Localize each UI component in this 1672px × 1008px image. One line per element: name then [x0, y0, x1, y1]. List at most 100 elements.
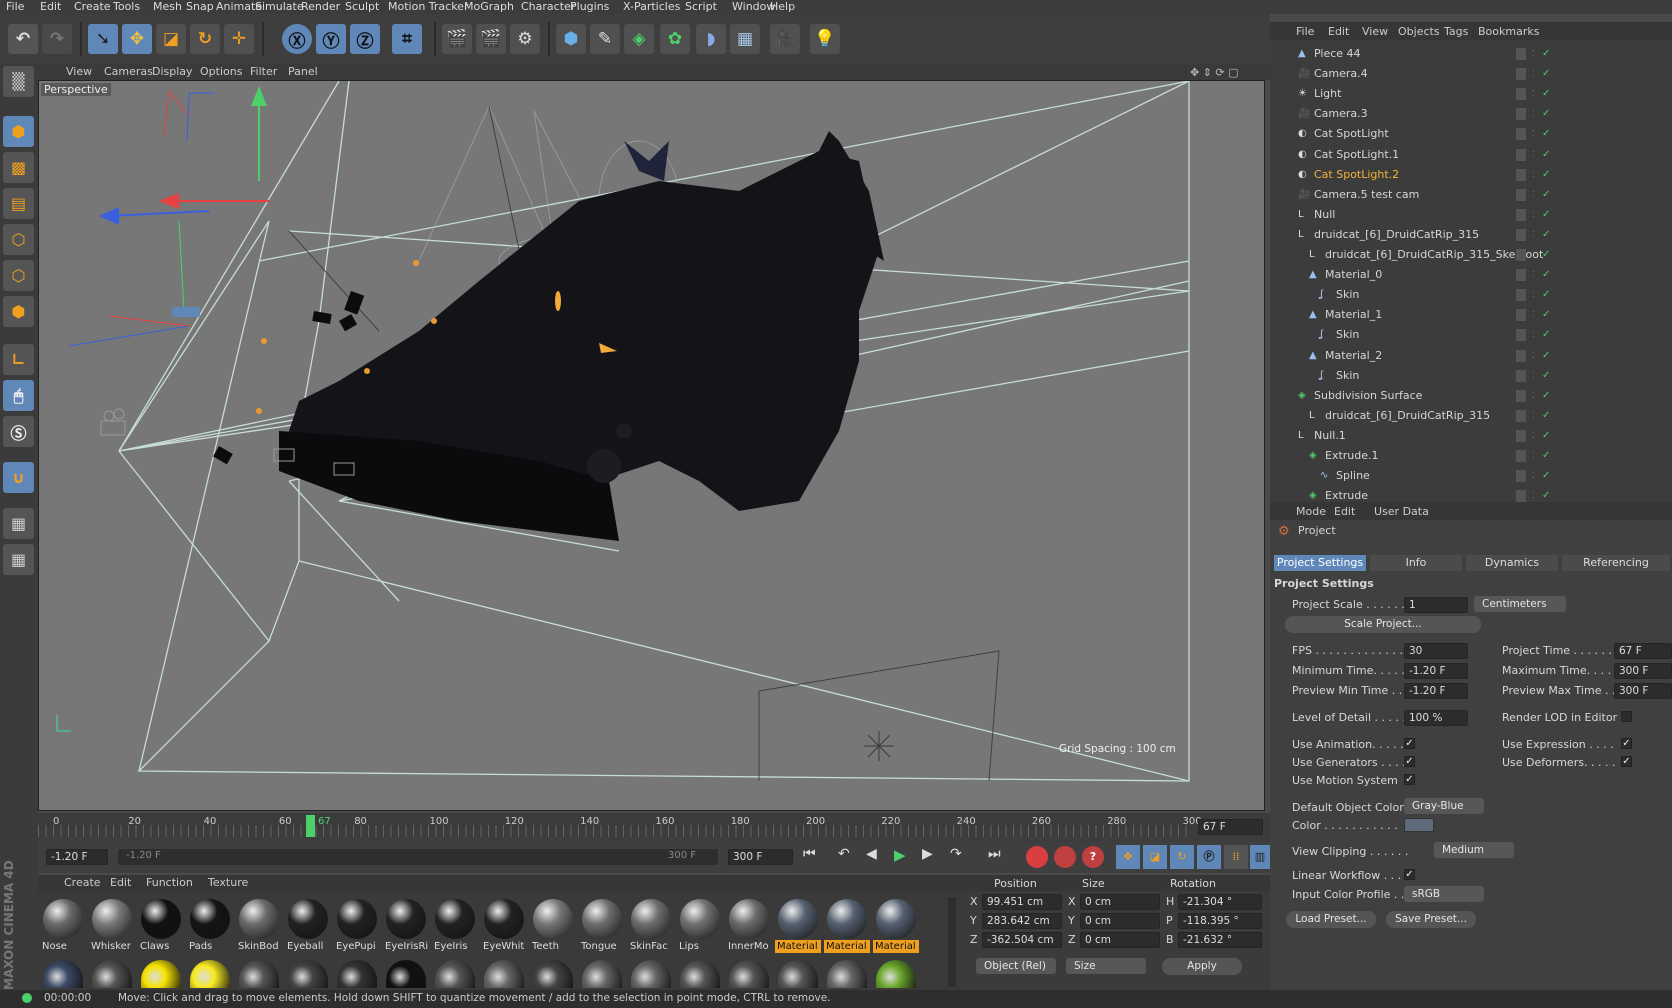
- material-swatch[interactable]: EyeIris: [432, 897, 478, 955]
- material-swatch[interactable]: [239, 960, 279, 988]
- viewport-nav-icons[interactable]: ✥ ⇕ ⟳ ▢: [1190, 66, 1239, 79]
- material-swatch[interactable]: [484, 960, 524, 988]
- object-row[interactable]: Ldruidcat_[6]_DruidCatRip_315 ⁚ ✓: [1270, 406, 1672, 426]
- attribute-menu-edit[interactable]: Edit: [1334, 505, 1355, 518]
- visibility-dots-icon[interactable]: ⁚: [1532, 185, 1535, 205]
- load-preset-button[interactable]: Load Preset...: [1286, 911, 1376, 928]
- preview-max-field[interactable]: 300 F: [1614, 683, 1672, 699]
- use-generators-checkbox[interactable]: ✓: [1404, 756, 1415, 767]
- material-swatch[interactable]: [92, 960, 132, 988]
- layer-icon[interactable]: [1516, 470, 1526, 483]
- layer-icon[interactable]: [1516, 289, 1526, 302]
- floor-icon[interactable]: ▦: [730, 24, 760, 54]
- object-row[interactable]: Ldruidcat_[6]_DruidCatRip_315 ⁚ ✓: [1270, 225, 1672, 245]
- material-swatch[interactable]: [435, 960, 475, 988]
- use-motion-checkbox[interactable]: ✓: [1404, 774, 1415, 785]
- use-expression-checkbox[interactable]: ✓: [1621, 738, 1632, 749]
- object-row[interactable]: ◈ Subdivision Surface ⁚ ✓: [1270, 386, 1672, 406]
- points-mode-icon[interactable]: ⬡: [3, 224, 34, 255]
- menu-edit[interactable]: Edit: [40, 0, 61, 14]
- material-swatch[interactable]: EyeIrisRi: [383, 897, 429, 955]
- menu-mesh[interactable]: Mesh: [153, 0, 182, 14]
- go-to-end-icon[interactable]: ⏭: [988, 846, 1013, 868]
- visibility-dots-icon[interactable]: ⁚: [1532, 44, 1535, 64]
- apply-button[interactable]: Apply: [1162, 958, 1242, 975]
- material-swatch[interactable]: Material: [775, 897, 821, 955]
- layer-icon[interactable]: [1516, 309, 1526, 322]
- object-row[interactable]: ◐ Cat SpotLight.2 ⁚ ✓: [1270, 165, 1672, 185]
- scale-tool-icon[interactable]: ◪: [156, 24, 186, 54]
- material-swatch[interactable]: Whisker: [89, 897, 135, 955]
- menu-sculpt[interactable]: Sculpt: [345, 0, 379, 14]
- material-swatch[interactable]: [729, 960, 769, 988]
- end-frame-field[interactable]: 300 F: [728, 849, 793, 865]
- object-row[interactable]: ▲ Material_1 ⁚ ✓: [1270, 305, 1672, 325]
- enabled-check-icon[interactable]: ✓: [1542, 366, 1550, 386]
- model-mode-icon[interactable]: ⬢: [3, 116, 34, 147]
- viewport-menu-cameras[interactable]: Cameras: [104, 64, 153, 80]
- material-swatch[interactable]: Lips: [677, 897, 723, 955]
- visibility-dots-icon[interactable]: ⁚: [1532, 366, 1535, 386]
- max-time-field[interactable]: 300 F: [1614, 663, 1672, 679]
- layer-icon[interactable]: [1516, 68, 1526, 81]
- material-swatch[interactable]: Nose: [40, 897, 86, 955]
- layer-icon[interactable]: [1516, 349, 1526, 362]
- visibility-dots-icon[interactable]: ⁚: [1532, 486, 1535, 502]
- undo-icon[interactable]: ↶: [8, 24, 38, 54]
- enabled-check-icon[interactable]: ✓: [1542, 305, 1550, 325]
- menu-help[interactable]: Help: [770, 0, 795, 14]
- rotation-field[interactable]: -21.632 °: [1178, 932, 1262, 948]
- enabled-check-icon[interactable]: ✓: [1542, 346, 1550, 366]
- key-rotation-icon[interactable]: ↻: [1170, 845, 1194, 869]
- object-menu-tags[interactable]: Tags: [1444, 25, 1468, 38]
- next-key-icon[interactable]: ↷: [950, 846, 975, 868]
- linear-workflow-checkbox[interactable]: ✓: [1404, 869, 1415, 880]
- material-swatch[interactable]: SkinFac: [628, 897, 674, 955]
- timeline-layout-icon[interactable]: ▥: [1250, 845, 1270, 869]
- object-row[interactable]: 🎥 Camera.5 test cam ⁚ ✓: [1270, 185, 1672, 205]
- save-preset-button[interactable]: Save Preset...: [1386, 911, 1476, 928]
- enabled-check-icon[interactable]: ✓: [1542, 386, 1550, 406]
- size-field[interactable]: 0 cm: [1080, 932, 1160, 948]
- visibility-dots-icon[interactable]: ⁚: [1532, 446, 1535, 466]
- size-mode-dropdown[interactable]: Size: [1066, 958, 1146, 974]
- size-field[interactable]: 0 cm: [1080, 894, 1160, 910]
- material-swatch[interactable]: [141, 960, 181, 988]
- menu-motion-tracker[interactable]: Motion Tracker: [388, 0, 468, 14]
- light-icon[interactable]: 💡: [810, 24, 840, 54]
- enabled-check-icon[interactable]: ✓: [1542, 446, 1550, 466]
- rotation-field[interactable]: -21.304 °: [1178, 894, 1262, 910]
- visibility-dots-icon[interactable]: ⁚: [1532, 124, 1535, 144]
- object-row[interactable]: ☀ Light ⁚ ✓: [1270, 84, 1672, 104]
- preview-min-field[interactable]: -1.20 F: [1404, 683, 1468, 699]
- menu-window[interactable]: Window: [732, 0, 775, 14]
- enabled-check-icon[interactable]: ✓: [1542, 205, 1550, 225]
- material-swatch[interactable]: [190, 960, 230, 988]
- move-tool-icon[interactable]: ✥: [122, 24, 152, 54]
- object-row[interactable]: ◈ Extrude.1 ⁚ ✓: [1270, 446, 1672, 466]
- menu-x-particles[interactable]: X-Particles: [623, 0, 680, 14]
- material-swatch[interactable]: [680, 960, 720, 988]
- color-swatch[interactable]: [1404, 818, 1434, 832]
- layer-icon[interactable]: [1516, 450, 1526, 462]
- fps-field[interactable]: 30: [1404, 643, 1468, 659]
- material-scrollbar[interactable]: [948, 897, 956, 987]
- visibility-dots-icon[interactable]: ⁚: [1532, 104, 1535, 124]
- enabled-check-icon[interactable]: ✓: [1542, 124, 1550, 144]
- project-time-field[interactable]: 67 F: [1614, 643, 1672, 659]
- viewport-menu-options[interactable]: Options: [200, 64, 242, 80]
- project-scale-unit-dropdown[interactable]: Centimeters: [1474, 596, 1566, 612]
- material-menu-create[interactable]: Create: [64, 876, 101, 889]
- menu-simulate[interactable]: Simulate: [255, 0, 304, 14]
- material-swatch[interactable]: [337, 960, 377, 988]
- tab-dynamics[interactable]: Dynamics: [1466, 555, 1558, 571]
- key-pla-icon[interactable]: ⁞⁞: [1224, 845, 1248, 869]
- workplane-icon[interactable]: ▤: [3, 188, 34, 219]
- layer-icon[interactable]: [1516, 128, 1526, 141]
- object-row[interactable]: ʆ Skin ⁚ ✓: [1270, 285, 1672, 305]
- object-row[interactable]: ʆ Skin ⁚ ✓: [1270, 325, 1672, 345]
- object-row[interactable]: ◐ Cat SpotLight ⁚ ✓: [1270, 124, 1672, 144]
- enabled-check-icon[interactable]: ✓: [1542, 265, 1550, 285]
- key-parameter-icon[interactable]: Ⓟ: [1197, 845, 1221, 869]
- material-swatch[interactable]: SkinBod: [236, 897, 282, 955]
